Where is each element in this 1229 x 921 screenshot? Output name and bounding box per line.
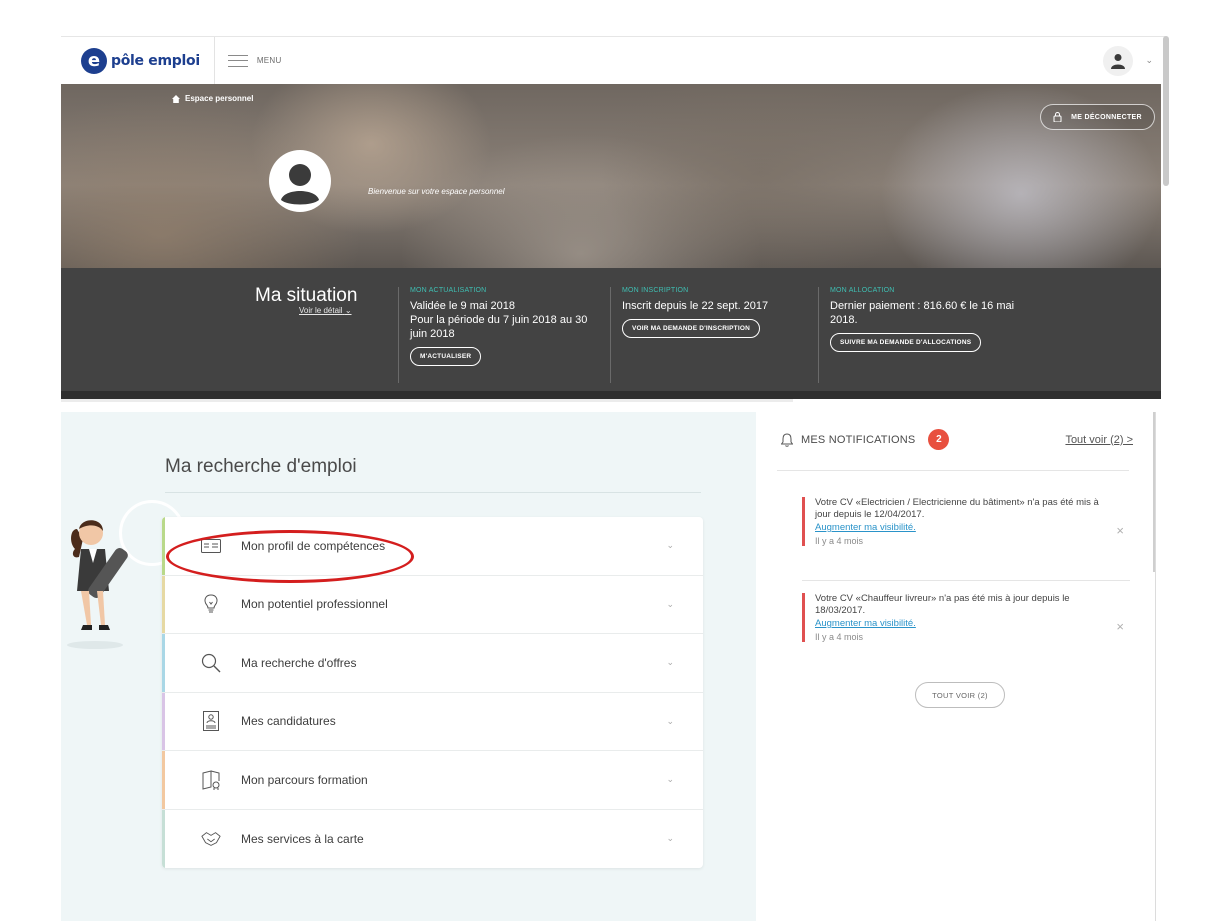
situation-title: Ma situation: [255, 285, 358, 306]
actualisation-label: MON ACTUALISATION: [410, 287, 487, 294]
bell-icon: [781, 432, 793, 447]
woman-illustration: [67, 520, 128, 649]
clipboard-icon: [201, 711, 221, 732]
user-avatar-icon[interactable]: [1103, 45, 1134, 76]
menu-item-label: Mon profil de compétences: [241, 538, 386, 553]
actualisation-date: Validée le 9 mai 2018: [410, 300, 515, 312]
menu-item-profil-competences[interactable]: Mon profil de compétences ⌄: [162, 517, 703, 576]
page-scrollbar[interactable]: [1163, 36, 1169, 186]
profile-avatar[interactable]: [269, 150, 331, 212]
logo-text: pôle emploi: [111, 52, 200, 69]
user-menu[interactable]: ⌄: [1103, 45, 1153, 76]
see-all-button[interactable]: TOUT VOIR (2): [915, 682, 1005, 708]
notification-item: Votre CV «Electricien / Electricienne du…: [802, 497, 1130, 546]
increase-visibility-link[interactable]: Augmenter ma visibilité.: [815, 522, 1130, 533]
see-all-notifications-link[interactable]: Tout voir (2) >: [1065, 434, 1133, 446]
notification-text: Votre CV «Chauffeur livreur» n'a pas été…: [815, 593, 1070, 616]
row-accent: [162, 634, 165, 692]
search-icon: [201, 653, 221, 673]
notification-item: Votre CV «Chauffeur livreur» n'a pas été…: [802, 593, 1130, 642]
welcome-text: Bienvenue sur votre espace personnel: [368, 187, 505, 196]
menu-item-services-carte[interactable]: Mes services à la carte ⌄: [162, 809, 703, 868]
person-silhouette-icon: [274, 155, 326, 207]
menu-item-label: Mes services à la carte: [241, 831, 364, 846]
notifications-header: MES NOTIFICATIONS 2 Tout voir (2) >: [781, 429, 1133, 450]
divider: [802, 580, 1130, 581]
menu-label: MENU: [256, 56, 282, 65]
job-search-title: Ma recherche d'emploi: [165, 456, 357, 477]
allocation-label: MON ALLOCATION: [830, 287, 895, 294]
actualiser-button[interactable]: M'ACTUALISER: [410, 347, 482, 366]
chevron-down-icon: ⌄: [666, 657, 674, 668]
menu-item-candidatures[interactable]: Mes candidatures ⌄: [162, 692, 703, 751]
inscription-label: MON INSCRIPTION: [622, 287, 689, 294]
row-accent: [162, 517, 165, 575]
follow-allocation-button[interactable]: SUIVRE MA DEMANDE D'ALLOCATIONS: [830, 333, 982, 352]
panel-border: [1155, 412, 1156, 921]
menu-item-label: Mon parcours formation: [241, 772, 368, 787]
menu-button[interactable]: MENU: [227, 54, 282, 67]
row-accent: [162, 751, 165, 809]
chevron-down-icon[interactable]: ⌄: [1145, 55, 1153, 66]
hero-banner: Espace personnel ME DÉCONNECTER Bienvenu…: [61, 84, 1161, 268]
lightbulb-icon: [201, 594, 221, 614]
breadcrumb-label: Espace personnel: [185, 94, 254, 103]
handshake-icon: [201, 829, 221, 849]
lock-icon: [1053, 112, 1062, 122]
inscription-date: Inscrit depuis le 22 sept. 2017: [622, 300, 769, 312]
notification-time: Il y a 4 mois: [815, 632, 864, 642]
chevron-down-icon: ⌄: [666, 540, 674, 551]
nav-divider: [213, 36, 215, 85]
situation-detail-link[interactable]: Voir le détail ⌄: [299, 306, 352, 315]
detail-link-label: Voir le détail: [299, 306, 343, 315]
allocation-payment: Dernier paiement : 816.60 € le 16 mai 20…: [830, 300, 1015, 326]
menu-item-parcours-formation[interactable]: Mon parcours formation ⌄: [162, 751, 703, 810]
logout-label: ME DÉCONNECTER: [1071, 113, 1142, 121]
logo-mark-icon: e: [81, 47, 107, 74]
row-accent: [162, 692, 165, 750]
menu-item-recherche-offres[interactable]: Ma recherche d'offres ⌄: [162, 634, 703, 693]
breadcrumb[interactable]: Espace personnel: [172, 94, 253, 103]
top-navbar: e pôle emploi MENU ⌄: [61, 36, 1165, 85]
menu-item-potentiel-professionnel[interactable]: Mon potentiel professionnel ⌄: [162, 575, 703, 634]
situation-band-footer: [61, 391, 1161, 399]
menu-item-label: Mes candidatures: [241, 714, 336, 729]
chevron-down-icon: ⌄: [666, 598, 674, 609]
divider: [61, 399, 793, 402]
notification-time: Il y a 4 mois: [815, 536, 864, 546]
training-icon: [201, 770, 221, 790]
pole-emploi-logo[interactable]: e pôle emploi: [81, 37, 200, 85]
view-inscription-button[interactable]: VOIR MA DEMANDE D'INSCRIPTION: [622, 319, 760, 338]
actualisation-period: Pour la période du 7 juin 2018 au 30 jui…: [410, 314, 588, 340]
actualisation-column: MON ACTUALISATION Validée le 9 mai 2018 …: [398, 287, 604, 383]
increase-visibility-link[interactable]: Augmenter ma visibilité.: [815, 618, 1130, 629]
menu-item-label: Mon potentiel professionnel: [241, 597, 388, 612]
menu-item-label: Ma recherche d'offres: [241, 655, 357, 670]
row-accent: [162, 809, 165, 868]
close-icon[interactable]: ×: [1116, 619, 1124, 634]
hamburger-icon: [227, 54, 248, 67]
chevron-down-icon: ⌄: [666, 715, 674, 726]
job-search-panel: Ma recherche d'emploi Mon profil de comp…: [61, 412, 756, 921]
logout-button[interactable]: ME DÉCONNECTER: [1040, 104, 1155, 130]
job-search-menu: Mon profil de compétences ⌄ Mon potentie…: [162, 517, 703, 868]
situation-band: Ma situation Voir le détail ⌄ MON ACTUAL…: [61, 268, 1161, 391]
notifications-count-badge: 2: [928, 429, 950, 450]
home-icon: [172, 94, 180, 103]
allocation-column: MON ALLOCATION Dernier paiement : 816.60…: [818, 287, 1018, 383]
chevron-down-icon: ⌄: [344, 306, 352, 315]
chevron-down-icon: ⌄: [666, 833, 674, 844]
notifications-title: MES NOTIFICATIONS: [801, 433, 916, 446]
title-underline: [165, 492, 701, 493]
close-icon[interactable]: ×: [1116, 523, 1124, 538]
chevron-down-icon: ⌄: [666, 774, 674, 785]
row-accent: [162, 575, 165, 633]
notifications-panel: MES NOTIFICATIONS 2 Tout voir (2) > Votr…: [757, 412, 1155, 921]
notification-text: Votre CV «Electricien / Electricienne du…: [815, 497, 1099, 520]
divider: [777, 470, 1129, 471]
id-card-icon: [201, 536, 221, 556]
inscription-column: MON INSCRIPTION Inscrit depuis le 22 sep…: [610, 287, 815, 383]
